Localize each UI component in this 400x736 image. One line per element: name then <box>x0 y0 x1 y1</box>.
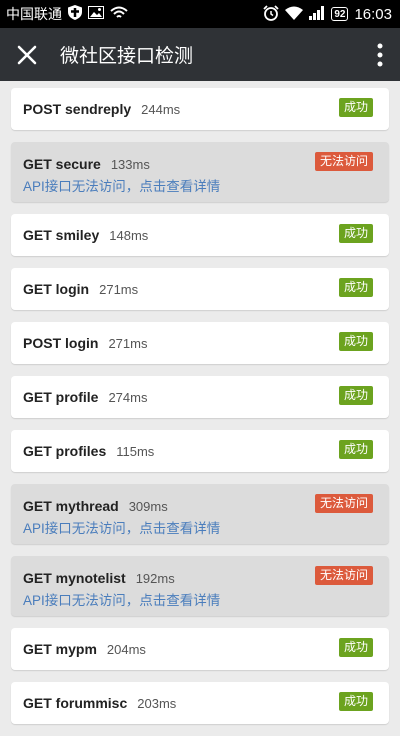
request-name: GET mythread <box>23 498 119 514</box>
error-detail-link[interactable]: API接口无法访问，点击查看详情 <box>23 589 220 609</box>
request-item[interactable]: GET mythread 309ms 无法访问 API接口无法访问，点击查看详情 <box>11 484 389 544</box>
page-title: 微社区接口检测 <box>60 46 194 67</box>
status-badge: 成功 <box>338 386 373 405</box>
request-line: GET mynotelist 192ms <box>23 570 175 586</box>
response-time: 115ms <box>116 444 155 459</box>
response-time: 133ms <box>110 157 150 172</box>
request-list: POST sendreply 244ms 成功 GET secure 133ms 无法访问… <box>11 88 389 736</box>
request-line: GET mypm 204ms <box>23 641 146 657</box>
request-item[interactable]: POST sendreply 244ms 成功 <box>11 88 389 130</box>
request-item[interactable]: GET smiley 148ms 成功 <box>11 214 389 256</box>
request-line: GET smiley 148ms <box>23 227 148 243</box>
request-name: POST sendreply <box>23 101 132 117</box>
response-time: 271ms <box>99 282 139 297</box>
response-time: 309ms <box>128 499 168 514</box>
request-line: GET forummisc 203ms <box>23 695 176 711</box>
image-icon <box>88 6 104 22</box>
status-badge: 无法访问 <box>314 494 373 513</box>
request-name: GET mypm <box>23 641 97 657</box>
response-time: 203ms <box>137 696 177 711</box>
response-time: 192ms <box>135 571 175 586</box>
request-name: GET mynotelist <box>23 570 126 586</box>
status-badge: 成功 <box>338 440 373 459</box>
request-line: GET profile 274ms <box>23 389 147 405</box>
request-item[interactable]: GET mypm 204ms 成功 <box>11 628 389 670</box>
more-vertical-icon <box>377 43 383 66</box>
status-badge: 成功 <box>338 278 373 297</box>
request-name: GET profile <box>23 389 99 405</box>
close-icon <box>17 45 37 64</box>
cellular-signal-icon <box>309 5 325 23</box>
request-name: GET secure <box>23 156 101 172</box>
carrier-name: 中国联通 <box>6 6 62 22</box>
request-line: POST login 271ms <box>23 335 147 351</box>
error-detail-link[interactable]: API接口无法访问，点击查看详情 <box>23 175 220 195</box>
status-badge: 无法访问 <box>314 152 373 171</box>
request-line: GET profiles 115ms <box>23 443 154 459</box>
response-time: 204ms <box>106 642 146 657</box>
wifi-icon <box>285 6 304 23</box>
shield-icon <box>68 5 82 23</box>
request-item[interactable]: GET mynotelist 192ms 无法访问 API接口无法访问，点击查看详情 <box>11 556 389 616</box>
app-toolbar: 微社区接口检测 <box>0 28 400 81</box>
request-name: GET forummisc <box>23 695 128 711</box>
request-item[interactable]: GET forummisc 203ms 成功 <box>11 682 389 724</box>
request-line: GET login 271ms <box>23 281 138 297</box>
status-badge: 成功 <box>338 638 373 657</box>
response-time: 274ms <box>108 390 148 405</box>
request-name: GET profiles <box>23 443 107 459</box>
response-time: 244ms <box>141 102 181 117</box>
status-badge: 成功 <box>338 332 373 351</box>
response-time: 148ms <box>109 228 149 243</box>
status-badge: 无法访问 <box>314 566 373 585</box>
alarm-clock-icon <box>263 4 279 24</box>
status-bar: 中国联通 92 16:03 <box>0 0 400 28</box>
request-name: GET login <box>23 281 90 297</box>
request-name: GET smiley <box>23 227 100 243</box>
wifi-signal-icon <box>110 6 128 23</box>
clock-time: 16:03 <box>354 5 392 23</box>
request-line: POST sendreply 244ms <box>23 101 180 117</box>
request-item[interactable]: GET login 271ms 成功 <box>11 268 389 310</box>
request-item[interactable]: GET secure 133ms 无法访问 API接口无法访问，点击查看详情 <box>11 142 389 202</box>
more-options-button[interactable] <box>360 28 400 81</box>
response-time: 271ms <box>108 336 148 351</box>
request-name: POST login <box>23 335 99 351</box>
battery-indicator: 92 <box>331 7 349 21</box>
request-item[interactable]: GET profile 274ms 成功 <box>11 376 389 418</box>
request-line: GET secure 133ms <box>23 156 150 172</box>
error-detail-link[interactable]: API接口无法访问，点击查看详情 <box>23 517 220 537</box>
status-badge: 成功 <box>338 98 373 117</box>
close-button[interactable] <box>0 28 54 81</box>
status-badge: 成功 <box>338 224 373 243</box>
request-item[interactable]: GET profiles 115ms 成功 <box>11 430 389 472</box>
request-line: GET mythread 309ms <box>23 498 168 514</box>
status-badge: 成功 <box>338 692 373 711</box>
request-item[interactable]: POST login 271ms 成功 <box>11 322 389 364</box>
